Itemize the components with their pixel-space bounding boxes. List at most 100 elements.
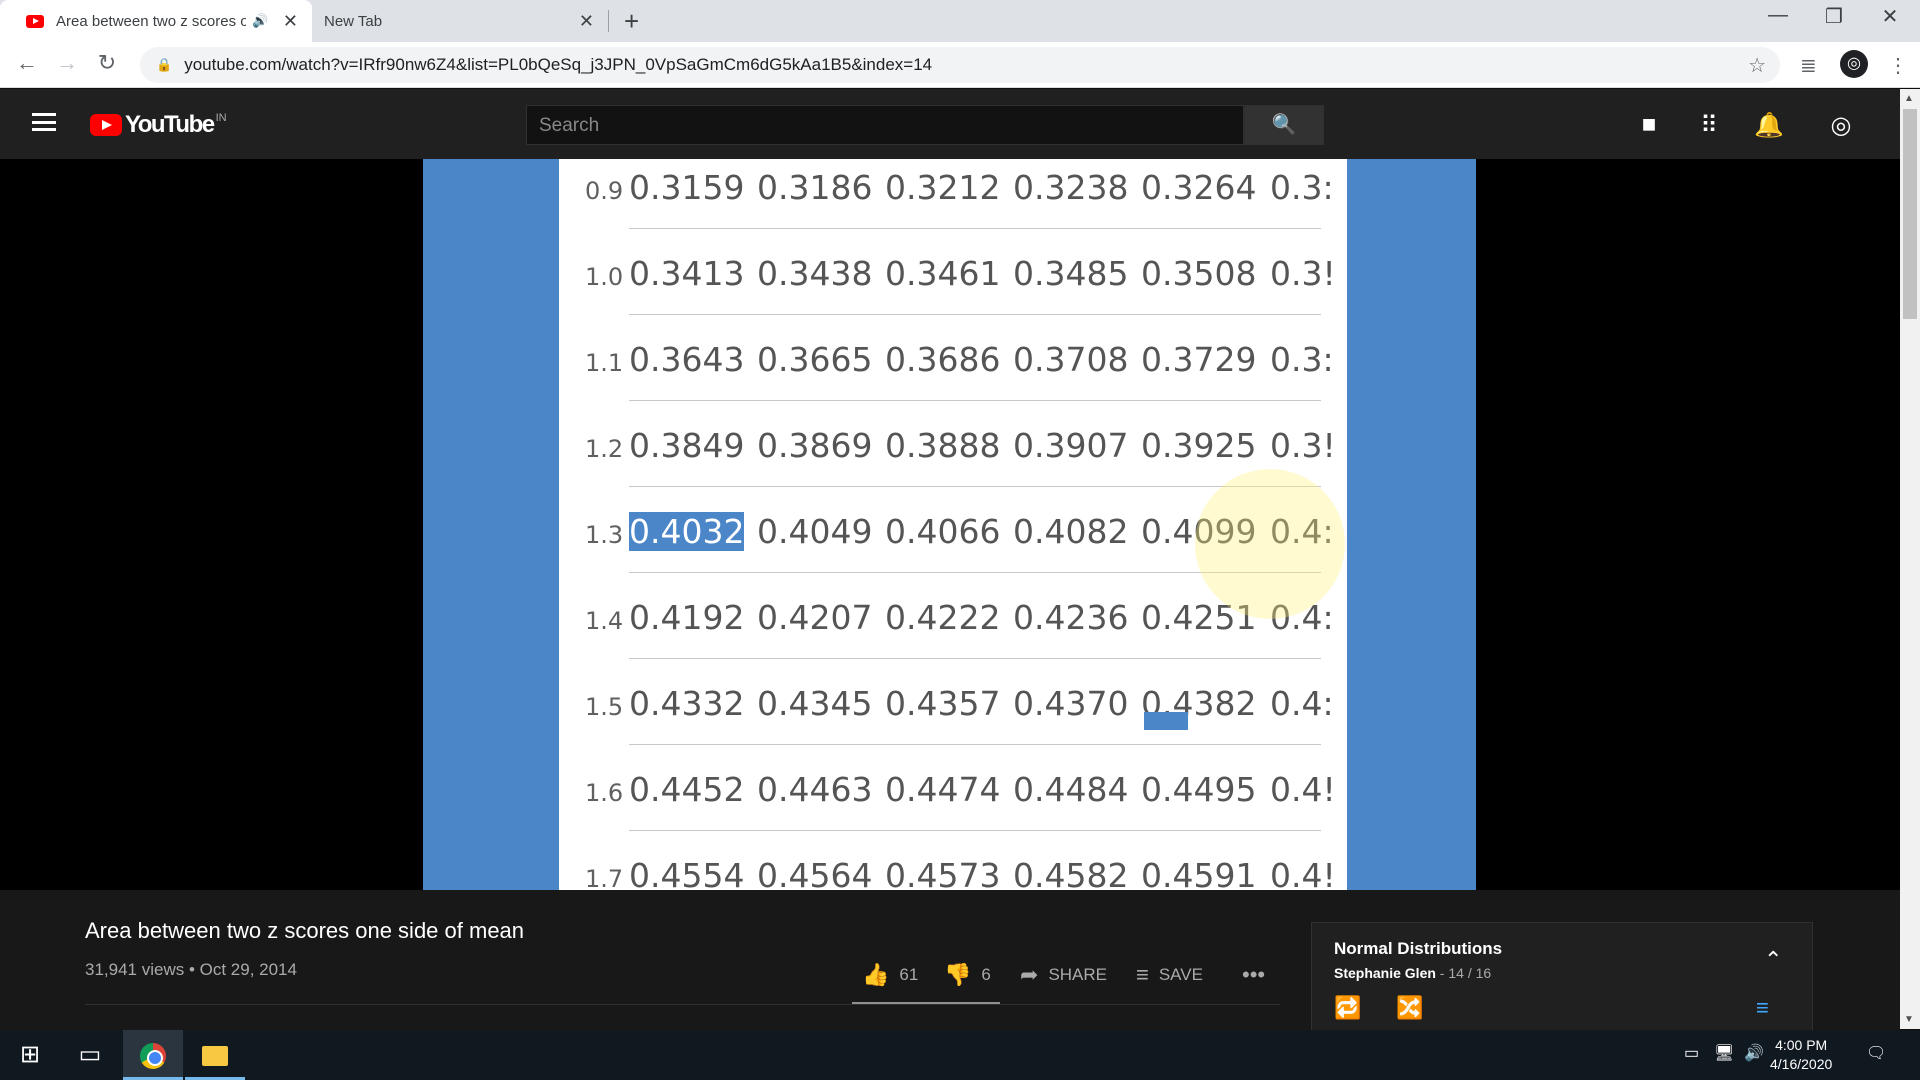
chrome-taskbar-icon[interactable] — [123, 1030, 183, 1080]
table-cell: 0.4452 — [629, 770, 745, 809]
save-button[interactable]: ≡ SAVE — [1136, 962, 1203, 988]
media-queue-icon[interactable]: ≣ — [1800, 53, 1817, 78]
loop-icon[interactable]: 🔁 — [1334, 995, 1361, 1021]
youtube-favicon-icon — [26, 14, 44, 28]
z-score-label: 1.0 — [585, 263, 624, 291]
video-player[interactable]: 0.9 0.3159 0.3186 0.3212 0.3238 0.3264 0.3: 1.0… — [0, 159, 1900, 890]
speaker-icon[interactable]: 🔊 — [252, 13, 268, 29]
lock-icon[interactable]: 🔒 — [156, 57, 172, 73]
action-center-icon[interactable]: 🗨 — [1866, 1043, 1886, 1063]
youtube-logo[interactable]: YouTube IN — [90, 111, 227, 139]
table-cell: 0.4207 — [757, 598, 873, 637]
table-cell: 0.4495 — [1141, 770, 1257, 809]
reload-icon[interactable]: ↻ — [92, 50, 122, 76]
table-cell: 0.3665 — [757, 340, 873, 379]
table-cell: 0.3264 — [1141, 168, 1257, 207]
info-divider — [85, 1004, 1280, 1005]
account-avatar-icon[interactable]: ◎ — [1826, 111, 1856, 140]
file-explorer-taskbar-icon[interactable] — [185, 1030, 245, 1080]
create-video-icon[interactable]: ■ — [1634, 111, 1664, 139]
table-cell: 0.4192 — [629, 598, 745, 637]
table-row: 1.2 0.3849 0.3869 0.3888 0.3907 0.3925 0.3! — [559, 401, 1347, 487]
dislike-button[interactable]: 👎 6 — [944, 962, 991, 988]
share-button[interactable]: ➦ SHARE — [1020, 962, 1107, 988]
search-input[interactable]: Search — [526, 105, 1244, 145]
table-cell: 0.4332 — [629, 684, 745, 723]
dislike-count: 6 — [981, 965, 991, 984]
volume-icon[interactable]: 🔊 — [1744, 1043, 1764, 1063]
address-bar[interactable]: 🔒 youtube.com/watch?v=IRfr90nw6Z4&list=P… — [140, 47, 1780, 83]
z-score-label: 1.2 — [585, 435, 624, 463]
system-clock[interactable]: 4:00 PM 4/16/2020 — [1770, 1036, 1832, 1074]
like-button[interactable]: 👍 61 — [862, 962, 918, 988]
new-tab-button[interactable]: + — [624, 6, 639, 37]
forward-arrow-icon[interactable]: → — [52, 50, 82, 76]
table-cell: 0.4573 — [885, 856, 1001, 890]
collapse-chevron-icon[interactable]: ⌃ — [1764, 947, 1782, 973]
table-cell: 0.3238 — [1013, 168, 1129, 207]
thumbs-up-icon: 👍 — [862, 962, 890, 987]
table-row: 0.9 0.3159 0.3186 0.3212 0.3238 0.3264 0.3: — [559, 159, 1347, 229]
playlist-author[interactable]: Stephanie Glen — [1334, 965, 1436, 981]
shuffle-icon[interactable]: 🔀 — [1396, 995, 1423, 1021]
apps-grid-icon[interactable]: ⠿ — [1694, 111, 1724, 140]
table-row: 1.1 0.3643 0.3665 0.3686 0.3708 0.3729 0.3: — [559, 315, 1347, 401]
browser-tab-strip: Area between two z scores o 🔊 ✕ New Tab … — [0, 0, 1920, 42]
save-playlist-icon[interactable]: ≡ — [1756, 995, 1769, 1021]
table-cell: 0.3508 — [1141, 254, 1257, 293]
windows-start-icon[interactable]: ⊞ — [0, 1030, 60, 1080]
table-cell: 0.4591 — [1141, 856, 1257, 890]
table-row: 1.7 0.4554 0.4564 0.4573 0.4582 0.4591 0.4! — [559, 831, 1347, 890]
youtube-play-icon — [90, 114, 122, 136]
clock-time: 4:00 PM — [1775, 1037, 1828, 1053]
url-text[interactable]: youtube.com/watch?v=IRfr90nw6Z4&list=PL0… — [184, 55, 932, 75]
tab-youtube[interactable]: Area between two z scores o 🔊 ✕ — [0, 0, 312, 42]
close-tab-icon[interactable]: ✕ — [579, 11, 594, 32]
restore-button[interactable]: ❐ — [1806, 4, 1862, 29]
youtube-header: YouTube IN Search 🔍 ■ ⠿ 🔔 ◎ — [0, 89, 1900, 159]
table-cell: 0.4474 — [885, 770, 1001, 809]
z-score-label: 0.9 — [585, 177, 624, 205]
table-cell: 0.3: — [1270, 168, 1334, 207]
z-score-label: 1.6 — [585, 779, 624, 807]
notifications-bell-icon[interactable]: 🔔 — [1754, 111, 1784, 140]
cursor-highlight — [1195, 469, 1345, 619]
bookmark-star-icon[interactable]: ☆ — [1748, 53, 1766, 78]
folder-icon — [202, 1045, 228, 1066]
search-button[interactable]: 🔍 — [1244, 105, 1324, 145]
logo-wordmark: YouTube — [125, 111, 215, 138]
table-cell: 0.3708 — [1013, 340, 1129, 379]
table-cell: 0.4082 — [1013, 512, 1129, 551]
window-close-button[interactable]: ✕ — [1862, 4, 1918, 29]
network-icon[interactable]: 🖥 — [1714, 1043, 1734, 1063]
table-cell: 0.3212 — [885, 168, 1001, 207]
minimize-button[interactable]: — — [1750, 4, 1806, 27]
save-label: SAVE — [1158, 965, 1203, 984]
video-frame[interactable]: 0.9 0.3159 0.3186 0.3212 0.3238 0.3264 0.3: 1.0… — [423, 159, 1476, 890]
task-view-icon[interactable]: ▭ — [60, 1030, 120, 1080]
windows-taskbar: ⊞ ▭ ▭ 🖥 🔊 4:00 PM 4/16/2020 🗨 — [0, 1030, 1920, 1080]
more-actions-icon[interactable]: ••• — [1242, 962, 1265, 988]
hamburger-menu-icon[interactable] — [32, 113, 56, 131]
table-cell: 0.3: — [1270, 340, 1334, 379]
table-cell: 0.3869 — [757, 426, 873, 465]
tab-new-tab[interactable]: New Tab ✕ — [312, 0, 608, 42]
menu-dots-icon[interactable]: ⋮ — [1888, 53, 1908, 78]
scrollbar-thumb[interactable] — [1903, 109, 1917, 319]
close-tab-icon[interactable]: ✕ — [283, 11, 298, 32]
table-cell: 0.3! — [1270, 254, 1336, 293]
table-cell: 0.4357 — [885, 684, 1001, 723]
back-arrow-icon[interactable]: ← — [12, 50, 42, 76]
page-scrollbar[interactable]: ▲ ▼ — [1900, 89, 1920, 1029]
tab-title: New Tab — [324, 12, 383, 30]
scroll-down-icon[interactable]: ▼ — [1904, 1014, 1914, 1025]
playlist-subtitle: Stephanie Glen - 14 / 16 — [1334, 965, 1491, 981]
z-score-label: 1.1 — [585, 349, 624, 377]
battery-icon[interactable]: ▭ — [1684, 1043, 1699, 1063]
region-code: IN — [215, 112, 227, 124]
table-row: 1.6 0.4452 0.4463 0.4474 0.4484 0.4495 0.4! — [559, 745, 1347, 831]
scroll-up-icon[interactable]: ▲ — [1904, 93, 1914, 104]
playlist-title[interactable]: Normal Distributions — [1334, 939, 1502, 959]
profile-avatar-icon[interactable]: ◎ — [1840, 50, 1868, 78]
share-arrow-icon: ➦ — [1020, 962, 1039, 987]
